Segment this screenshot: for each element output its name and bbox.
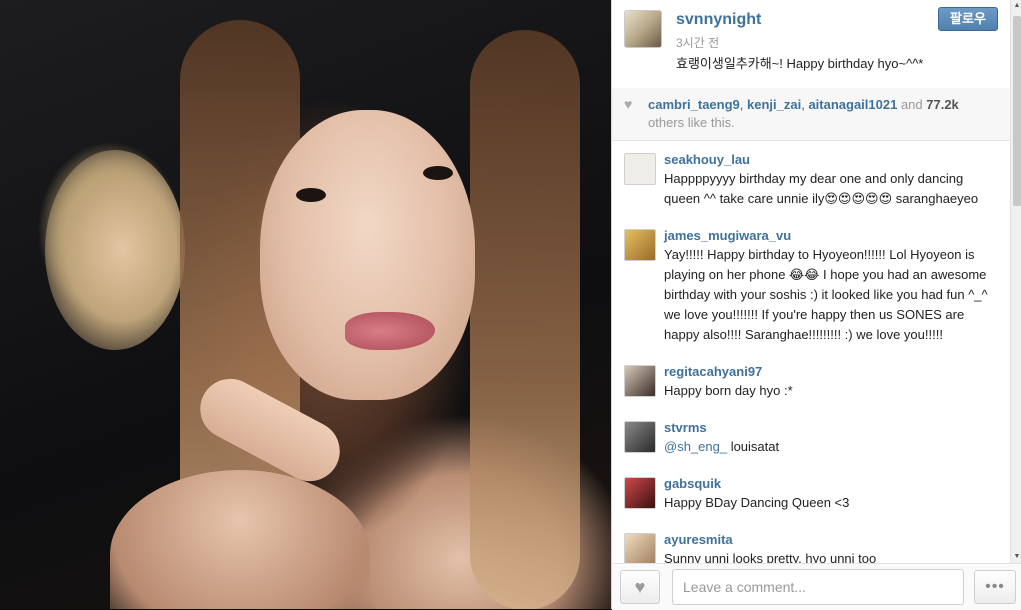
post-username[interactable]: svnnynight [676,11,761,29]
commenter-avatar[interactable] [624,153,656,185]
comment-item: james_mugiwara_vu Yay!!!!! Happy birthda… [612,217,1010,345]
post-side-panel: svnnynight 3시간 전 효랭이생일추카해~! Happy birthd… [611,0,1021,610]
user-avatar[interactable] [624,10,662,48]
post-timestamp: 3시간 전 [676,36,720,50]
post-caption: 효랭이생일추카해~! Happy birthday hyo~^^* [676,56,924,71]
commenter-avatar[interactable] [624,365,656,397]
comment-text: Happy born day hyo :* [664,383,793,398]
comment-username[interactable]: seakhouy_lau [664,141,1000,169]
comment-footer: ♥ ••• [612,563,1021,610]
comment-item: seakhouy_lau Happppyyyy birthday my dear… [612,141,1010,209]
scroll-up-arrow-icon[interactable]: ▲ [1012,1,1021,11]
photo-face [260,110,475,400]
like-button[interactable]: ♥ [620,570,660,604]
scroll-thumb[interactable] [1013,16,1021,206]
comment-input[interactable] [672,569,964,605]
comment-username[interactable]: ayuresmita [664,521,1000,549]
likes-summary: ♥ cambri_taeng9, kenji_zai, aitanagail10… [612,88,1010,141]
comment-mention[interactable]: @sh_eng_ [664,439,727,454]
commenter-avatar[interactable] [624,533,656,563]
photo-hair-right [470,30,580,609]
comment-username[interactable]: stvrms [664,409,1000,437]
liker-link[interactable]: cambri_taeng9 [648,97,740,112]
comment-text: Sunny unni looks pretty. hyo unni too [664,551,877,563]
post-header: svnnynight 3시간 전 효랭이생일추카해~! Happy birthd… [612,0,1010,89]
comment-text: @sh_eng_ louisatat [664,439,780,454]
photo-hand [110,470,370,609]
commenter-avatar[interactable] [624,229,656,261]
likes-others-text: others like this. [648,115,735,130]
photo-eye-right [423,166,453,180]
comment-username[interactable]: james_mugiwara_vu [664,217,1000,245]
comment-item: gabsquik Happy BDay Dancing Queen <3 [612,465,1010,513]
comments-list[interactable]: seakhouy_lau Happppyyyy birthday my dear… [612,141,1010,563]
follow-button[interactable]: 팔로우 [938,7,998,31]
comment-text: Happppyyyy birthday my dear one and only… [664,171,979,206]
commenter-avatar[interactable] [624,421,656,453]
comment-text: Happy BDay Dancing Queen <3 [664,495,850,510]
post-photo[interactable] [0,0,611,609]
photo-background-person [45,150,185,350]
comments-scrollbar[interactable]: ▲ ▼ [1010,0,1021,563]
heart-icon: ♥ [634,577,646,597]
scroll-down-arrow-icon[interactable]: ▼ [1012,552,1021,562]
liker-link[interactable]: aitanagail1021 [808,97,897,112]
comment-text: Yay!!!!! Happy birthday to Hyoyeon!!!!!!… [664,247,988,342]
comment-username[interactable]: regitacahyani97 [664,353,1000,381]
comment-item: regitacahyani97 Happy born day hyo :* [612,353,1010,401]
likes-text: cambri_taeng9, kenji_zai, aitanagail1021… [648,97,959,130]
photo-eye-left [296,188,326,202]
heart-icon: ♥ [624,96,633,112]
comment-username[interactable]: gabsquik [664,465,1000,493]
commenter-avatar[interactable] [624,477,656,509]
more-dots-icon: ••• [985,578,1005,595]
likes-count[interactable]: 77.2k [926,97,959,112]
comment-item: ayuresmita Sunny unni looks pretty. hyo … [612,521,1010,563]
liker-link[interactable]: kenji_zai [747,97,801,112]
more-options-button[interactable]: ••• [974,570,1016,604]
comment-item: stvrms @sh_eng_ louisatat [612,409,1010,457]
